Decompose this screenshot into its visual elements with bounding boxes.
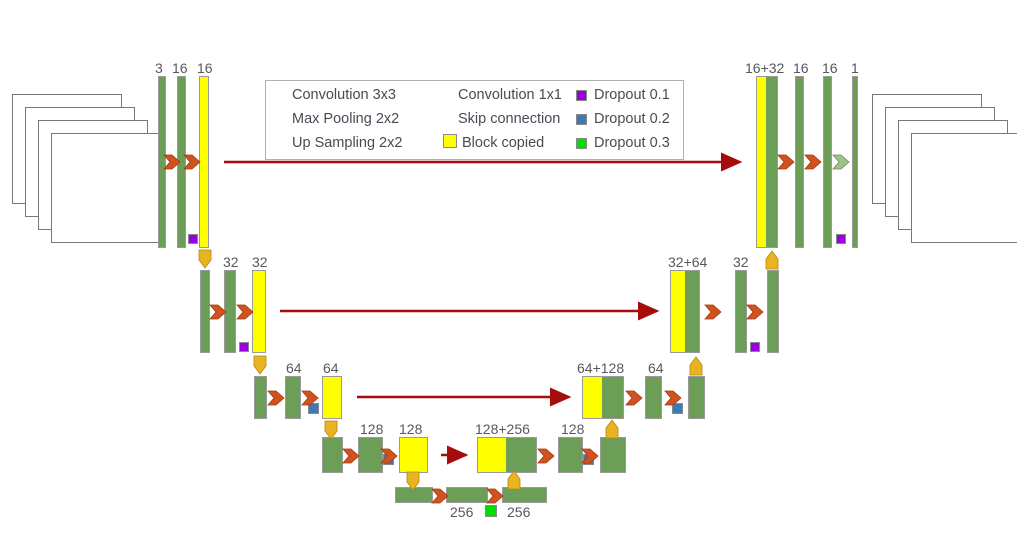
legend-label-maxpool: Max Pooling 2x2 [292, 111, 400, 127]
label-enc2-b: 32 [223, 254, 239, 270]
block-enc1-a [158, 76, 166, 248]
upsample-icon-1 [765, 250, 779, 270]
output-sheet-1 [911, 133, 1017, 243]
conv3x3-icon-dec4-1 [537, 448, 555, 464]
block-dec2-c [767, 270, 779, 353]
dropout-01-dec2 [750, 342, 760, 352]
block-enc4-a [322, 437, 343, 473]
block-dec3-concat [582, 376, 624, 419]
legend-dropout01-icon [576, 90, 587, 101]
dropout-03-bottleneck [485, 505, 497, 517]
dropout-02-dec3 [672, 403, 683, 414]
legend-label-copied: Block copied [462, 135, 545, 151]
block-enc2-c-copied [252, 270, 266, 353]
concat-copied-part [671, 271, 685, 352]
legend-label-dropout03: Dropout 0.3 [594, 135, 670, 151]
upsample-icon-2 [689, 356, 703, 376]
label-dec4-b: 128 [561, 421, 585, 437]
dropout-01-enc2 [239, 342, 249, 352]
concat-feature-part [685, 271, 699, 352]
legend-label-conv3x3: Convolution 3x3 [292, 87, 396, 103]
block-dec4-concat [477, 437, 537, 473]
label-enc4-b: 128 [360, 421, 384, 437]
conv1x1-icon-dec1-out [832, 154, 850, 170]
concat-feature-part [766, 77, 777, 247]
legend-dropout02-icon [576, 114, 587, 125]
dropout-01-dec1 [836, 234, 846, 244]
block-enc3-b [285, 376, 301, 419]
block-enc1-c-copied [199, 76, 209, 248]
conv3x3-icon-bot-2 [486, 488, 504, 504]
label-dec1-c: 16 [822, 60, 838, 76]
unet-diagram-canvas: 3 16 16 32 32 64 64 128 128 256 256 128+… [0, 0, 1017, 559]
concat-copied-part [757, 77, 766, 247]
legend-label-dropout02: Dropout 0.2 [594, 111, 670, 127]
label-enc2-c: 32 [252, 254, 268, 270]
label-dec4-a: 128+256 [475, 421, 530, 437]
maxpool-icon-2 [253, 355, 267, 375]
dropout-02-enc3 [308, 403, 319, 414]
label-dec1-b: 16 [793, 60, 809, 76]
block-dec3-b [645, 376, 662, 419]
block-bottleneck-c [502, 487, 547, 503]
block-enc2-b [224, 270, 236, 353]
block-enc3-c-copied [322, 376, 342, 419]
conv3x3-icon-dec2-1 [704, 304, 722, 320]
legend-copied-icon [443, 134, 457, 148]
block-enc3-a [254, 376, 267, 419]
label-dec1-a: 16+32 [745, 60, 785, 76]
concat-feature-part [506, 438, 536, 472]
conv3x3-icon-dec1-1 [777, 154, 795, 170]
concat-feature-part [602, 377, 623, 418]
legend-label-skip: Skip connection [458, 111, 561, 127]
label-dec3-a: 64+128 [577, 360, 625, 376]
conv3x3-icon-dec3-1 [625, 390, 643, 406]
block-dec2-b [735, 270, 747, 353]
conv3x3-icon-enc3-1 [267, 390, 285, 406]
block-enc4-c-copied [399, 437, 428, 473]
label-enc1-c: 16 [197, 60, 213, 76]
dropout-02-dec4 [583, 454, 594, 465]
block-enc1-b [177, 76, 186, 248]
conv3x3-icon-enc1-2 [183, 154, 201, 170]
label-enc4-c: 128 [399, 421, 423, 437]
block-dec2-concat [670, 270, 700, 353]
label-enc1-b: 16 [172, 60, 188, 76]
block-dec4-c [600, 437, 626, 473]
label-enc3-b: 64 [286, 360, 302, 376]
concat-copied-part [583, 377, 602, 418]
block-dec3-c [688, 376, 705, 419]
block-bottleneck-b [446, 487, 488, 503]
label-dec2-b: 32 [733, 254, 749, 270]
block-dec1-b [795, 76, 804, 248]
dropout-02-enc4 [383, 454, 394, 465]
legend-label-upsample: Up Sampling 2x2 [292, 135, 403, 151]
block-enc2-a [200, 270, 210, 353]
legend-dropout03-icon [576, 138, 587, 149]
block-dec4-b [558, 437, 583, 473]
conv3x3-icon-enc2-2 [236, 304, 254, 320]
conv3x3-icon-dec2-2 [746, 304, 764, 320]
input-sheet-1 [51, 133, 161, 243]
upsample-icon-3 [605, 419, 619, 439]
dropout-01-enc1 [188, 234, 198, 244]
conv3x3-icon-dec1-2 [804, 154, 822, 170]
block-enc4-b [358, 437, 383, 473]
concat-copied-part [478, 438, 506, 472]
maxpool-icon-1 [198, 249, 212, 269]
block-bottleneck-a [395, 487, 433, 503]
legend-label-dropout01: Dropout 0.1 [594, 87, 670, 103]
label-dec2-a: 32+64 [668, 254, 708, 270]
label-dec3-b: 64 [648, 360, 664, 376]
block-dec1-d-output [852, 76, 858, 248]
block-dec1-concat [756, 76, 778, 248]
conv3x3-icon-enc4-1 [342, 448, 360, 464]
legend-label-conv1x1: Convolution 1x1 [458, 87, 562, 103]
label-bottleneck-b: 256 [450, 504, 474, 520]
label-dec1-d: 1 [851, 60, 859, 76]
label-enc3-c: 64 [323, 360, 339, 376]
block-dec1-c [823, 76, 832, 248]
label-bottleneck-c: 256 [507, 504, 531, 520]
label-enc1-a: 3 [155, 60, 163, 76]
